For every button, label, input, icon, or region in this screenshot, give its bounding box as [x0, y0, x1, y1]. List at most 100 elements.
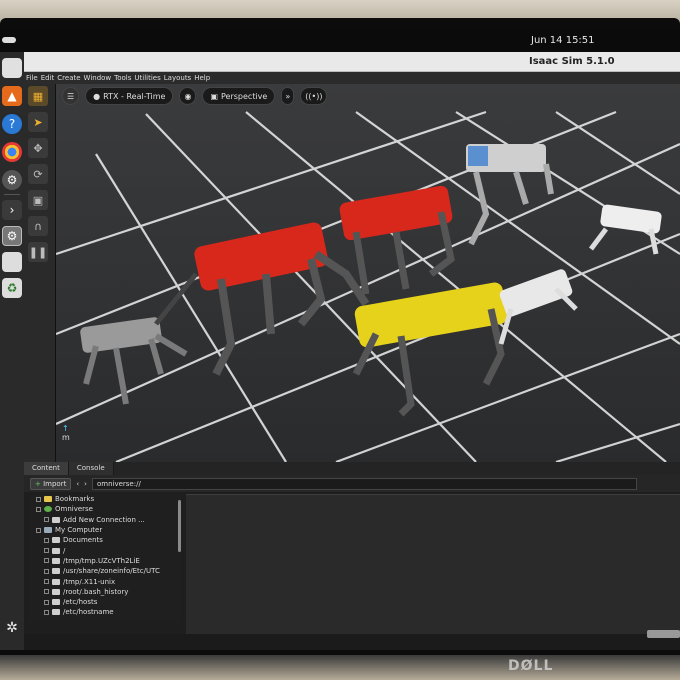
omniverse-icon	[44, 506, 52, 513]
show-apps-icon[interactable]: ✲	[2, 618, 22, 638]
plus-icon: +	[35, 479, 41, 488]
expand-toggle-icon[interactable]	[44, 568, 49, 574]
expand-toggle-icon[interactable]	[36, 527, 41, 533]
dock: ▲ ? ⚙ › ⚙ ♻ ✲	[0, 52, 24, 650]
tree-item[interactable]: /etc/hostname	[30, 607, 182, 617]
import-button[interactable]: + Import	[30, 477, 72, 490]
menu-create[interactable]: Create	[57, 74, 80, 82]
menu-file[interactable]: File	[26, 74, 38, 82]
play-pause-icon[interactable]: ❚❚	[28, 242, 48, 262]
tree-item[interactable]: /etc/hosts	[30, 597, 182, 607]
chrome-icon[interactable]	[2, 142, 22, 162]
tree-item[interactable]: /root/.bash_history	[30, 587, 182, 597]
tree-item[interactable]: Documents	[30, 535, 182, 545]
viewport-header: ☰ ● RTX - Real-Time ◉ ▣ Perspective » ((…	[56, 84, 680, 108]
path-input[interactable]: omniverse://	[91, 477, 637, 490]
expand-toggle-icon[interactable]	[44, 589, 49, 595]
expand-toggle-icon[interactable]	[36, 506, 41, 512]
tab-content[interactable]: Content	[24, 462, 69, 475]
content-browser-area[interactable]	[186, 494, 680, 634]
folder-icon	[52, 547, 60, 554]
tree-item[interactable]: My Computer	[30, 525, 182, 535]
camera-dropdown[interactable]: ▣ Perspective	[202, 87, 276, 105]
activities-indicator[interactable]	[2, 37, 16, 43]
back-icon[interactable]: ‹	[76, 480, 79, 488]
render-mode-label: RTX - Real-Time	[103, 91, 166, 101]
vlc-icon[interactable]: ▲	[2, 86, 22, 106]
horizontal-scrollbar[interactable]	[647, 630, 680, 638]
axis-up-icon: ↑	[62, 424, 69, 433]
menu-tools[interactable]: Tools	[114, 74, 131, 82]
menu-edit[interactable]: Edit	[41, 74, 55, 82]
tree-item[interactable]: /tmp/tmp.UZcVTh2LiE	[30, 556, 182, 566]
terminal-icon[interactable]: ›	[2, 200, 22, 220]
tree-item[interactable]: Omniverse	[30, 504, 182, 514]
chevron-right-icon[interactable]: »	[281, 87, 295, 105]
menu-utilities[interactable]: Utilities	[134, 74, 160, 82]
tree-item[interactable]: Bookmarks	[30, 494, 182, 504]
tree-item-label: /usr/share/zoneinfo/Etc/UTC	[63, 567, 160, 576]
tree-item-label: /root/.bash_history	[63, 587, 129, 596]
snap-tool-icon[interactable]: ∩	[28, 216, 48, 236]
viewport[interactable]: ☰ ● RTX - Real-Time ◉ ▣ Perspective » ((…	[56, 84, 680, 462]
audio-icon[interactable]: ((•))	[300, 87, 328, 105]
expand-toggle-icon[interactable]	[44, 558, 49, 564]
bookmark-icon	[44, 496, 52, 503]
lightbulb-icon: ●	[93, 91, 101, 101]
text-editor-icon[interactable]	[2, 252, 22, 272]
menu-help[interactable]: Help	[194, 74, 210, 82]
tree-item[interactable]: Add New Connection ...	[30, 515, 182, 525]
content-tree: Bookmarks Omniverse Add New Connection ...…	[30, 494, 182, 622]
folder-icon	[52, 578, 60, 585]
tree-item-label: /	[63, 546, 66, 555]
dock-separator	[4, 194, 20, 195]
tree-scrollbar[interactable]	[178, 500, 181, 552]
expand-toggle-icon[interactable]	[44, 517, 49, 523]
folder-icon	[52, 537, 60, 544]
scale-tool-icon[interactable]: ▣	[28, 190, 48, 210]
folder-icon	[52, 609, 60, 616]
monitor-brand-logo: DØLL	[508, 658, 554, 674]
select-arrow-icon[interactable]: ➤	[28, 112, 48, 132]
files-icon[interactable]	[2, 58, 22, 78]
expand-toggle-icon[interactable]	[44, 537, 49, 543]
expand-toggle-icon[interactable]	[44, 548, 49, 554]
tab-console[interactable]: Console	[68, 462, 114, 475]
rotate-tool-icon[interactable]: ⟳	[28, 164, 48, 184]
expand-toggle-icon[interactable]	[36, 496, 41, 502]
tree-item-label: Bookmarks	[55, 495, 95, 504]
status-bar	[24, 634, 680, 650]
add-connection-icon	[52, 516, 60, 523]
expand-toggle-icon[interactable]	[44, 609, 49, 615]
settings-icon[interactable]: ⚙	[2, 170, 22, 190]
app-title-bar: Isaac Sim 5.1.0	[24, 52, 680, 72]
folder-icon	[52, 599, 60, 606]
viewport-menu-icon[interactable]: ☰	[62, 87, 80, 105]
tree-item-label: /etc/hosts	[63, 598, 98, 607]
os-clock[interactable]: Jun 14 15:51	[531, 35, 595, 46]
ground-grid	[56, 84, 680, 462]
viewport-toolbar: ▦ ➤ ✥ ⟳ ▣ ∩ ❚❚	[24, 84, 56, 462]
tree-item[interactable]: /usr/share/zoneinfo/Etc/UTC	[30, 566, 182, 576]
visibility-eye-icon[interactable]: ◉	[179, 87, 197, 105]
tree-item[interactable]: /tmp/.X11-unix	[30, 576, 182, 586]
expand-toggle-icon[interactable]	[44, 579, 49, 585]
expand-toggle-icon[interactable]	[44, 599, 49, 605]
select-mode-icon[interactable]: ▦	[28, 86, 48, 106]
app-settings-icon[interactable]: ⚙	[2, 226, 22, 246]
screen: Jun 14 15:51 ▲ ? ⚙ › ⚙ ♻ ✲ Isaac Sim 5.1…	[0, 30, 680, 650]
axis-unit: m	[62, 433, 70, 442]
forward-icon[interactable]: ›	[84, 480, 87, 488]
panel-tabs: Content Console	[24, 462, 680, 475]
move-tool-icon[interactable]: ✥	[28, 138, 48, 158]
tree-item-label: /etc/hostname	[63, 608, 114, 617]
tree-item[interactable]: /	[30, 545, 182, 555]
render-mode-dropdown[interactable]: ● RTX - Real-Time	[85, 87, 174, 105]
folder-icon	[52, 588, 60, 595]
trash-icon[interactable]: ♻	[2, 278, 22, 298]
menu-bar: File Edit Create Window Tools Utilities …	[24, 72, 680, 84]
menu-layouts[interactable]: Layouts	[164, 74, 191, 82]
menu-window[interactable]: Window	[84, 74, 112, 82]
os-top-bar: Jun 14 15:51	[0, 30, 680, 52]
help-icon[interactable]: ?	[2, 114, 22, 134]
